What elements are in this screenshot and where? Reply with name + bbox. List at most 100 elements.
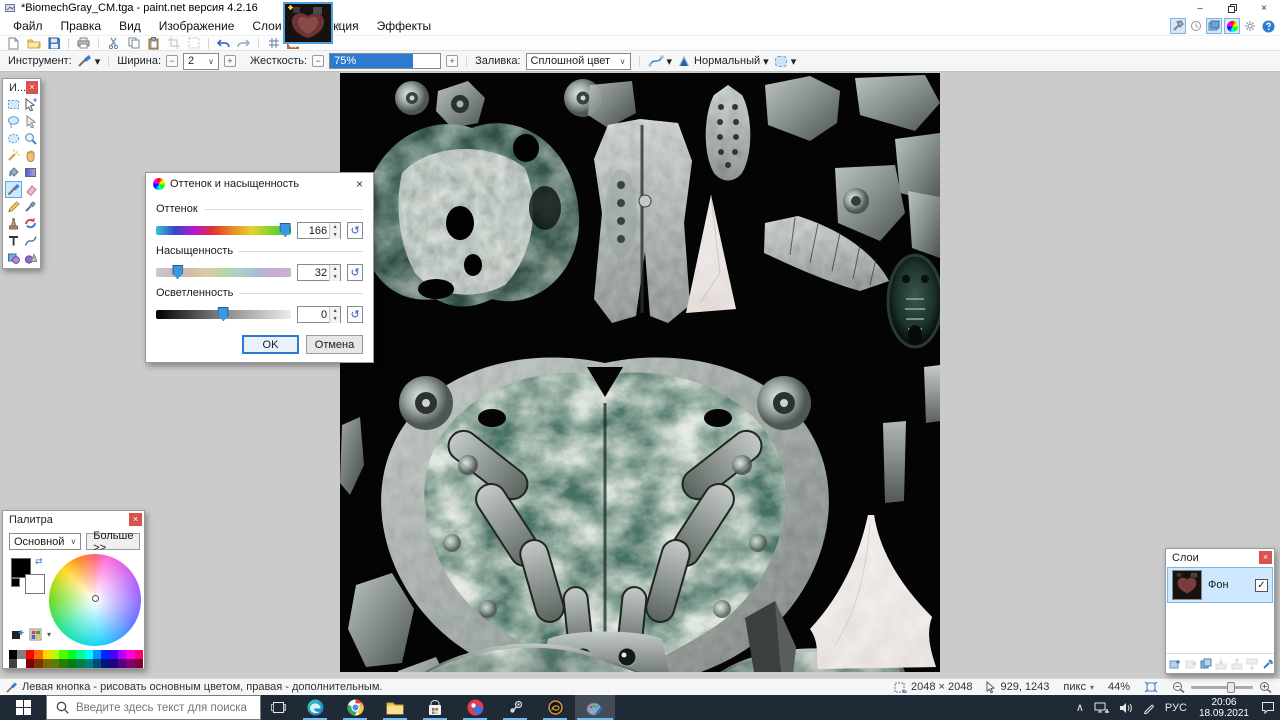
fill-combobox[interactable]: Сплошной цвет ∨ xyxy=(525,52,631,70)
palette-swatch[interactable] xyxy=(67,659,77,668)
open-image-tab[interactable] xyxy=(283,2,333,44)
hardness-slider[interactable]: 75% xyxy=(329,53,442,69)
tools-toggle[interactable] xyxy=(1170,18,1186,34)
zoom-out-icon[interactable] xyxy=(1172,681,1185,693)
saturation-slider-thumb[interactable] xyxy=(172,265,184,279)
menu-effects[interactable]: Эффекты xyxy=(368,17,441,35)
undo-icon[interactable] xyxy=(215,37,232,50)
swap-colors-icon[interactable]: ⇄ xyxy=(35,556,43,567)
lightness-slider-thumb[interactable] xyxy=(217,307,229,321)
tool-paintbrush[interactable] xyxy=(4,181,22,198)
spin-down-icon[interactable]: ▼ xyxy=(330,230,341,239)
palette-more-button[interactable]: Больше >> xyxy=(86,530,141,554)
tool-move-selected-pixels[interactable] xyxy=(22,96,39,113)
palette-swatch[interactable] xyxy=(67,650,77,659)
palette-swatch[interactable] xyxy=(50,659,60,668)
menu-view[interactable]: Вид xyxy=(110,17,150,35)
palette-swatch[interactable] xyxy=(17,650,26,659)
add-color-icon[interactable] xyxy=(11,628,24,641)
redo-icon[interactable] xyxy=(235,37,252,50)
width-combobox[interactable]: 2 ∨ xyxy=(183,52,220,70)
image-list-chevron-icon[interactable]: ∨ xyxy=(336,20,343,31)
color-wheel[interactable] xyxy=(49,554,141,646)
zoom-in-icon[interactable] xyxy=(1259,681,1272,693)
network-icon[interactable] xyxy=(1089,702,1114,714)
start-button[interactable] xyxy=(0,695,46,720)
add-layer-icon[interactable] xyxy=(1169,657,1181,670)
units-dropdown[interactable]: пикс ▾ xyxy=(1063,681,1094,693)
layer-properties-icon[interactable] xyxy=(1262,657,1274,670)
tool-shapes-rect[interactable] xyxy=(5,249,22,266)
palette-swatch[interactable] xyxy=(101,650,110,659)
zoom-slider[interactable] xyxy=(1191,681,1253,693)
palette-swatch[interactable] xyxy=(118,659,127,668)
hue-reset-button[interactable]: ↺ xyxy=(347,222,363,239)
tool-clone-stamp[interactable] xyxy=(5,215,22,232)
hue-spinner[interactable]: 166 ▲ ▼ xyxy=(296,222,342,239)
canvas-image[interactable] xyxy=(340,73,940,672)
hardness-decrease-button[interactable]: − xyxy=(312,55,325,67)
hue-slider[interactable] xyxy=(156,223,291,237)
taskbar-search[interactable] xyxy=(46,695,261,720)
tool-text[interactable] xyxy=(5,232,22,249)
selection-mode-dropdown[interactable]: ▾ xyxy=(774,55,796,68)
spin-up-icon[interactable]: ▲ xyxy=(330,306,341,315)
taskbar-app-store[interactable] xyxy=(415,695,455,720)
palette-list-icon[interactable] xyxy=(29,628,42,641)
help-button[interactable] xyxy=(1260,18,1276,34)
palette-close-icon[interactable]: × xyxy=(129,513,142,526)
taskbar-app-red-circle[interactable] xyxy=(455,695,495,720)
palette-swatch[interactable] xyxy=(25,650,35,659)
menu-edit[interactable]: Правка xyxy=(52,17,111,35)
tool-rectangle-select[interactable] xyxy=(5,96,22,113)
minimize-button[interactable]: – xyxy=(1184,0,1216,16)
tool-recolor[interactable] xyxy=(22,215,39,232)
tool-pan[interactable] xyxy=(22,147,39,164)
fit-window-icon[interactable] xyxy=(1144,681,1158,693)
cut-icon[interactable] xyxy=(105,37,122,50)
palette-swatch[interactable] xyxy=(42,650,51,659)
settings-button[interactable] xyxy=(1242,18,1258,34)
tool-paint-bucket[interactable] xyxy=(5,164,22,181)
palette-swatch[interactable] xyxy=(76,659,85,668)
current-tool-dropdown[interactable]: ▾ xyxy=(77,54,100,68)
palette-swatch[interactable] xyxy=(84,650,93,659)
spin-down-icon[interactable]: ▼ xyxy=(330,314,341,323)
tool-line-curve[interactable] xyxy=(22,232,39,249)
blend-mode-dropdown[interactable]: Нормальный ▾ xyxy=(677,55,769,68)
zoom-slider-thumb[interactable] xyxy=(1226,681,1235,693)
taskbar-app-explorer[interactable] xyxy=(375,695,415,720)
save-icon[interactable] xyxy=(45,37,62,50)
lightness-spinner[interactable]: 0 ▲ ▼ xyxy=(296,306,342,323)
tool-ellipse-select[interactable] xyxy=(5,130,22,147)
lightness-slider[interactable] xyxy=(156,307,291,321)
palette-mode-combobox[interactable]: Основной ∨ xyxy=(9,533,82,550)
tray-chevron-icon[interactable]: ∧ xyxy=(1071,701,1089,714)
taskbar-app-chrome[interactable] xyxy=(335,695,375,720)
taskbar-app-steam[interactable] xyxy=(495,695,535,720)
language-indicator[interactable]: РУС xyxy=(1160,702,1192,714)
task-view-button[interactable] xyxy=(261,695,295,720)
palette-swatch[interactable] xyxy=(101,659,110,668)
tools-window-close-icon[interactable]: × xyxy=(26,81,38,94)
cancel-button[interactable]: Отмена xyxy=(306,335,363,354)
palette-swatch[interactable] xyxy=(42,659,51,668)
tool-magic-wand[interactable] xyxy=(5,147,22,164)
dialog-title-bar[interactable]: Оттенок и насыщенность × xyxy=(146,173,373,195)
tool-pencil[interactable] xyxy=(5,198,22,215)
palette-swatch[interactable] xyxy=(109,650,119,659)
tool-eraser[interactable] xyxy=(22,181,39,198)
tool-lasso-select[interactable] xyxy=(5,113,22,130)
menu-image[interactable]: Изображение xyxy=(150,17,244,35)
taskbar-app-gold-circle[interactable] xyxy=(535,695,575,720)
background-color-swatch[interactable] xyxy=(25,574,45,594)
restore-button[interactable] xyxy=(1216,0,1248,16)
width-decrease-button[interactable]: − xyxy=(166,55,179,67)
palette-swatch[interactable] xyxy=(17,659,26,668)
spin-up-icon[interactable]: ▲ xyxy=(330,264,341,273)
saturation-slider[interactable] xyxy=(156,265,291,279)
paste-icon[interactable] xyxy=(145,36,162,50)
spin-up-icon[interactable]: ▲ xyxy=(330,222,341,231)
tool-shapes-more[interactable] xyxy=(22,249,39,266)
print-icon[interactable] xyxy=(75,37,92,50)
